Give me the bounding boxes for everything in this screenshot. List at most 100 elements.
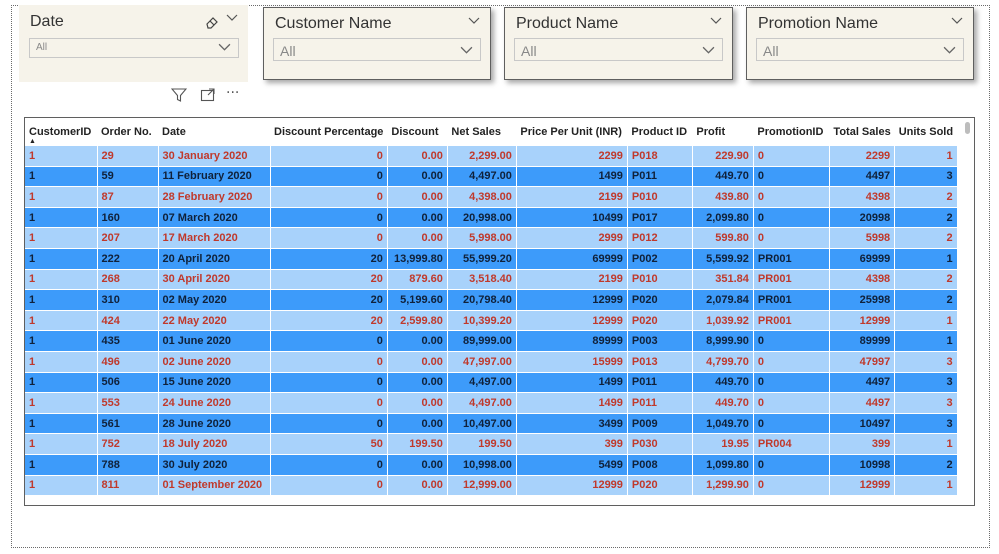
- column-header[interactable]: Date: [158, 118, 270, 146]
- customer-name-slicer[interactable]: Customer Name All: [263, 7, 491, 80]
- table-cell: P013: [627, 351, 693, 373]
- table-cell: 69999: [829, 248, 896, 270]
- table-cell: 0.00: [387, 330, 448, 352]
- promotion-dropdown[interactable]: All: [756, 38, 964, 61]
- table-cell: 1: [894, 433, 958, 455]
- table-row[interactable]: 1 160 07 March 2020 0 0.00 20,998.00 10499 P017…: [25, 207, 958, 229]
- chevron-down-icon[interactable]: [710, 15, 722, 27]
- table-cell: 1,299.90: [692, 475, 754, 497]
- table-row[interactable]: 1 424 22 May 2020 20 2,599.80 10,399.20 12999 P…: [25, 310, 958, 332]
- chevron-down-icon[interactable]: [226, 12, 238, 24]
- filter-icon[interactable]: [170, 87, 188, 107]
- table-cell: 1: [25, 289, 98, 311]
- table-row[interactable]: 1 268 30 April 2020 20 879.60 3,518.40 2199 P01…: [25, 269, 958, 291]
- table-cell: 2,099.80: [692, 207, 754, 229]
- table-cell: P012: [627, 227, 693, 249]
- table-cell: 3499: [516, 413, 628, 435]
- product-name-slicer[interactable]: Product Name All: [504, 7, 733, 80]
- table-cell: 1: [25, 310, 98, 332]
- date-dropdown[interactable]: All: [29, 38, 239, 58]
- table-row[interactable]: 1 435 01 June 2020 0 0.00 89,999.00 89999 P003 8…: [25, 330, 958, 352]
- table-row[interactable]: 1 59 11 February 2020 0 0.00 4,497.00 1499 P011…: [25, 166, 958, 188]
- eraser-icon[interactable]: [204, 13, 220, 29]
- table-cell: 0.00: [387, 146, 448, 167]
- table-cell: 506: [97, 372, 159, 394]
- customer-dropdown[interactable]: All: [273, 38, 481, 61]
- column-header-label: PromotionID: [757, 126, 824, 138]
- table-row[interactable]: 1 87 28 February 2020 0 0.00 4,398.00 2199 P010…: [25, 186, 958, 208]
- table-cell: 0.00: [387, 351, 448, 373]
- product-dropdown[interactable]: All: [514, 38, 723, 61]
- table-cell: 89999: [829, 330, 896, 352]
- table-cell: 10,497.00: [447, 413, 517, 435]
- column-header[interactable]: Units Sold: [894, 118, 958, 146]
- table-cell: 28 February 2020: [158, 186, 271, 208]
- table-cell: 20: [270, 289, 388, 311]
- table-row[interactable]: 1 553 24 June 2020 0 0.00 4,497.00 1499 P011 449…: [25, 392, 958, 414]
- table-cell: 222: [97, 248, 159, 270]
- table-cell: 0.00: [387, 475, 448, 497]
- table-cell: 0: [270, 207, 388, 229]
- table-row[interactable]: 1 788 30 July 2020 0 0.00 10,998.00 5499 P008 1,…: [25, 454, 958, 476]
- table-cell: 1: [894, 146, 958, 167]
- chevron-down-icon: [943, 46, 956, 54]
- column-header[interactable]: CustomerID ▲: [25, 118, 97, 146]
- table-cell: 0: [753, 207, 830, 229]
- table-cell: 207: [97, 227, 159, 249]
- promotion-slicer-title: Promotion Name: [758, 15, 879, 32]
- vertical-scrollbar[interactable]: [965, 122, 970, 134]
- table-cell: 87: [97, 186, 159, 208]
- table-row[interactable]: 1 222 20 April 2020 20 13,999.80 55,999.20 699…: [25, 248, 958, 270]
- column-header[interactable]: Order No.: [97, 118, 158, 146]
- focus-mode-icon[interactable]: [200, 87, 216, 107]
- table-cell: 47997: [829, 351, 896, 373]
- table-cell: 3: [894, 351, 958, 373]
- table-row[interactable]: 1 561 28 June 2020 0 0.00 10,497.00 3499 P009 1,…: [25, 413, 958, 435]
- column-header[interactable]: Price Per Unit (INR): [516, 118, 628, 146]
- column-header[interactable]: Total Sales: [829, 118, 895, 146]
- table-row[interactable]: 1 752 18 July 2020 50 199.50 199.50 399 P030 19.…: [25, 433, 958, 455]
- table-row[interactable]: 1 506 15 June 2020 0 0.00 4,497.00 1499 P011 449…: [25, 372, 958, 394]
- column-header[interactable]: Discount: [387, 118, 448, 146]
- sort-ascending-icon[interactable]: ▲: [29, 138, 36, 145]
- table-cell: P030: [627, 433, 693, 455]
- chevron-down-icon[interactable]: [951, 15, 963, 27]
- table-cell: 47,997.00: [447, 351, 517, 373]
- table-cell: 4497: [829, 166, 896, 188]
- column-header[interactable]: Product ID: [627, 118, 693, 146]
- table-cell: 59: [97, 166, 159, 188]
- table-cell: 69999: [516, 248, 628, 270]
- table-cell: 5,599.92: [692, 248, 754, 270]
- table-cell: 0: [753, 227, 830, 249]
- column-header[interactable]: Net Sales: [447, 118, 517, 146]
- table-cell: P003: [627, 330, 693, 352]
- table-cell: 0.00: [387, 186, 448, 208]
- table-cell: P011: [627, 166, 693, 188]
- table-cell: 229.90: [692, 146, 754, 167]
- chevron-down-icon[interactable]: [468, 15, 480, 27]
- table-cell: 1: [25, 433, 98, 455]
- table-row[interactable]: 1 29 30 January 2020 0 0.00 2,299.00 2299 P018 2…: [25, 146, 958, 167]
- table-cell: 0: [270, 146, 388, 167]
- date-slicer-title: Date: [30, 13, 64, 30]
- sales-table: CustomerID ▲ Order No. Date Discount Percent…: [25, 118, 958, 497]
- table-row[interactable]: 1 310 02 May 2020 20 5,199.60 20,798.40 12999 P…: [25, 289, 958, 311]
- column-header[interactable]: Discount Percentage: [270, 118, 388, 146]
- column-header[interactable]: Profit: [692, 118, 754, 146]
- column-header-label: Product ID: [631, 126, 688, 138]
- table-cell: 12,999.00: [447, 475, 517, 497]
- table-row[interactable]: 1 496 02 June 2020 0 0.00 47,997.00 15999 P013 4…: [25, 351, 958, 373]
- table-row[interactable]: 1 207 17 March 2020 0 0.00 5,998.00 2999 P012 59…: [25, 227, 958, 249]
- table-cell: 4,497.00: [447, 392, 517, 414]
- date-slicer[interactable]: Date All: [19, 5, 248, 82]
- table-row[interactable]: 1 811 01 September 2020 0 0.00 12,999.00 12999…: [25, 475, 958, 497]
- table-cell: 1: [894, 248, 958, 270]
- column-header[interactable]: PromotionID: [753, 118, 830, 146]
- table-cell: 20: [270, 310, 388, 332]
- table-cell: 12999: [516, 310, 628, 332]
- promotion-name-slicer[interactable]: Promotion Name All: [746, 7, 974, 80]
- more-options-icon[interactable]: ···: [226, 85, 239, 101]
- table-cell: 439.80: [692, 186, 754, 208]
- table-cell: 1499: [516, 392, 628, 414]
- table-cell: P018: [627, 146, 693, 167]
